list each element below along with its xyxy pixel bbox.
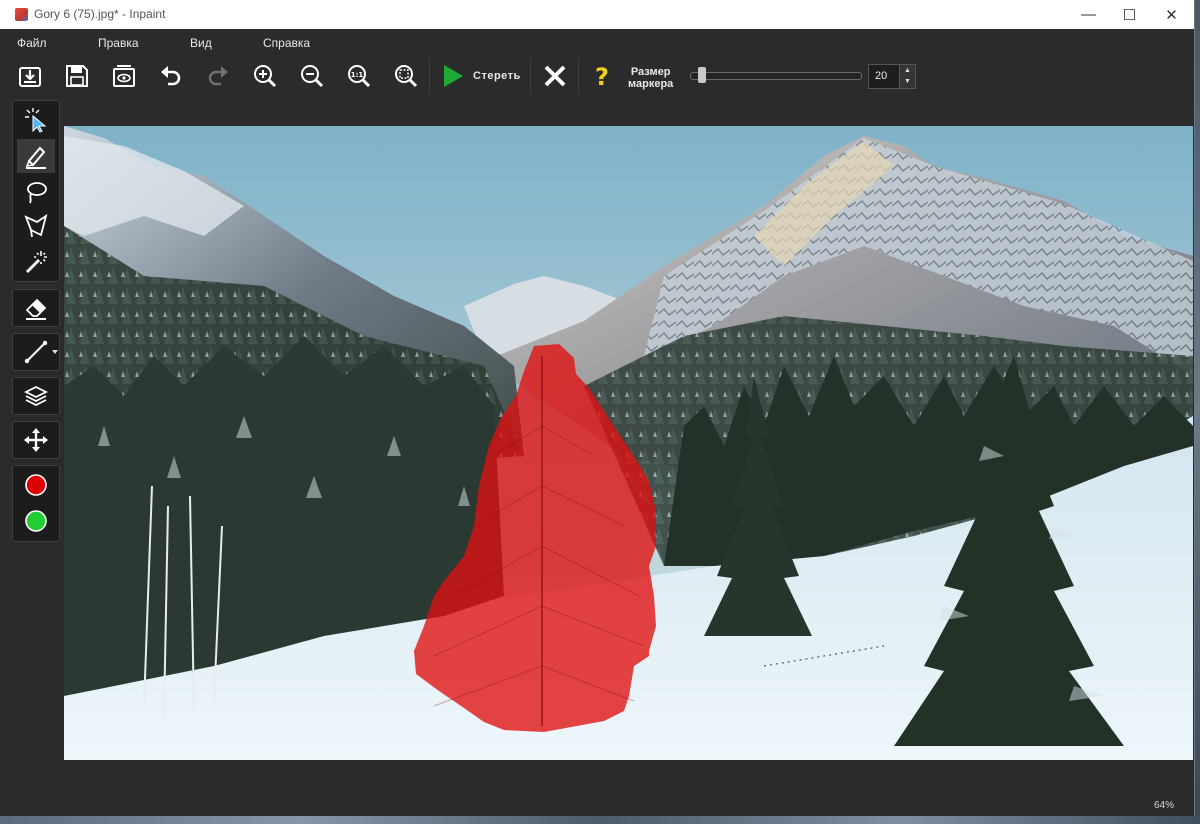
zoom-in-icon: [254, 65, 277, 88]
toolbar-separator: [578, 57, 579, 95]
polygon-lasso-tool[interactable]: [17, 209, 55, 243]
undo-button[interactable]: [153, 58, 189, 94]
zoom-fit-icon: [395, 65, 418, 88]
toolbar-separator: [530, 57, 531, 95]
window-title: Gory 6 (75).jpg* - Inpaint: [34, 7, 166, 21]
layers-tools-group: [12, 377, 60, 415]
redo-icon: [208, 66, 228, 86]
green-marker-icon: [25, 510, 47, 532]
zoom-out-icon: [301, 65, 324, 88]
layers-icon: [23, 385, 49, 407]
zoom-actual-icon: 1:1: [348, 65, 371, 88]
zoom-level: 64%: [1153, 800, 1174, 811]
red-marker-icon: [25, 474, 47, 496]
open-icon: [19, 67, 41, 87]
marker-size-spinner[interactable]: ▲ ▼: [899, 64, 916, 89]
title-bar: Gory 6 (75).jpg* - Inpaint — ☐ ✕: [0, 0, 1194, 29]
magic-wand-icon: [25, 251, 47, 274]
cancel-button[interactable]: [537, 58, 573, 94]
image-canvas[interactable]: [64, 126, 1193, 760]
marker-tool[interactable]: [17, 139, 55, 173]
zoom-fit-button[interactable]: [388, 58, 424, 94]
marker-size-label-line2: маркера: [628, 78, 674, 90]
open-button[interactable]: [12, 58, 48, 94]
marker-size-input[interactable]: 20: [868, 64, 900, 89]
menu-help[interactable]: Справка: [263, 36, 310, 50]
marker-size-label-line1: Размер: [630, 66, 671, 78]
spin-down-icon[interactable]: ▼: [900, 76, 915, 87]
marker-size-label: Размер маркера: [628, 66, 673, 90]
zoom-actual-size-button[interactable]: 1:1: [341, 58, 377, 94]
svg-text:1:1: 1:1: [351, 71, 364, 79]
move-tool[interactable]: [17, 423, 55, 457]
lasso-icon: [27, 182, 47, 204]
landscape-photo[interactable]: [64, 126, 1193, 760]
app-icon: [15, 8, 28, 21]
spin-up-icon[interactable]: ▲: [900, 65, 915, 76]
erase-button-label: Стереть: [473, 70, 521, 82]
marker-icon: [25, 146, 46, 169]
save-button[interactable]: [59, 58, 95, 94]
help-button[interactable]: ?: [584, 58, 620, 94]
toolbar: 1:1 Стереть ? Размер маркера: [0, 55, 1194, 98]
menu-view[interactable]: Вид: [190, 36, 212, 50]
redo-button[interactable]: [200, 58, 236, 94]
line-tools-group: [12, 333, 60, 371]
color-tools-group: [12, 465, 60, 542]
toolbar-separator: [429, 57, 430, 95]
red-marker-button[interactable]: [17, 468, 55, 502]
save-as-icon: [113, 65, 135, 87]
eraser-tool[interactable]: [17, 291, 55, 325]
selection-tool[interactable]: [17, 103, 55, 137]
zoom-out-button[interactable]: [294, 58, 330, 94]
marker-size-slider[interactable]: [690, 72, 862, 80]
green-marker-button[interactable]: [17, 504, 55, 538]
menu-file[interactable]: Файл: [17, 36, 47, 50]
marker-size-slider-thumb[interactable]: [698, 67, 706, 83]
lasso-tool[interactable]: [17, 175, 55, 209]
desktop-background-strip: [0, 816, 1200, 824]
maximize-button[interactable]: ☐: [1107, 0, 1152, 29]
close-x-icon: [544, 65, 566, 87]
menu-bar: Файл Правка Вид Справка: [0, 29, 1194, 55]
eraser-icon: [25, 298, 47, 320]
polygon-lasso-icon: [24, 213, 48, 238]
move-icon: [24, 428, 48, 452]
selection-tools-group: [12, 100, 60, 282]
move-tools-group: [12, 421, 60, 459]
eraser-tools-group: [12, 289, 60, 327]
layers-tool[interactable]: [17, 379, 55, 413]
zoom-in-button[interactable]: [247, 58, 283, 94]
svg-text:?: ?: [595, 63, 609, 89]
save-icon: [66, 65, 88, 87]
close-button[interactable]: ✕: [1149, 0, 1194, 29]
menu-edit[interactable]: Правка: [98, 36, 139, 50]
help-icon: ?: [595, 63, 609, 89]
minimize-button[interactable]: —: [1066, 0, 1111, 29]
dropdown-arrow-icon[interactable]: [52, 349, 58, 355]
line-icon: [24, 340, 48, 364]
magic-wand-tool[interactable]: [17, 245, 55, 279]
app-window: Gory 6 (75).jpg* - Inpaint — ☐ ✕ Файл Пр…: [0, 0, 1195, 824]
selection-icon: [25, 108, 47, 133]
tools-sidebar: [0, 97, 64, 797]
desktop-background: [1195, 0, 1200, 824]
line-tool[interactable]: [17, 335, 55, 369]
status-bar: 64%: [0, 797, 1194, 817]
save-as-button[interactable]: [106, 58, 142, 94]
play-icon: [444, 65, 463, 87]
erase-button[interactable]: Стереть: [434, 58, 526, 94]
undo-icon: [161, 66, 181, 86]
